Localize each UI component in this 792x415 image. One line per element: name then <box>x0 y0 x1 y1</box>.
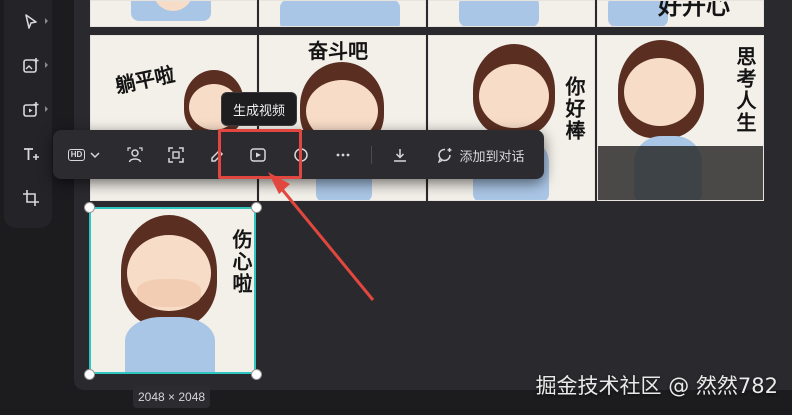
watermark: 掘金技术社区 @ 然然782 <box>535 374 778 398</box>
annotation-arrow <box>268 172 375 301</box>
